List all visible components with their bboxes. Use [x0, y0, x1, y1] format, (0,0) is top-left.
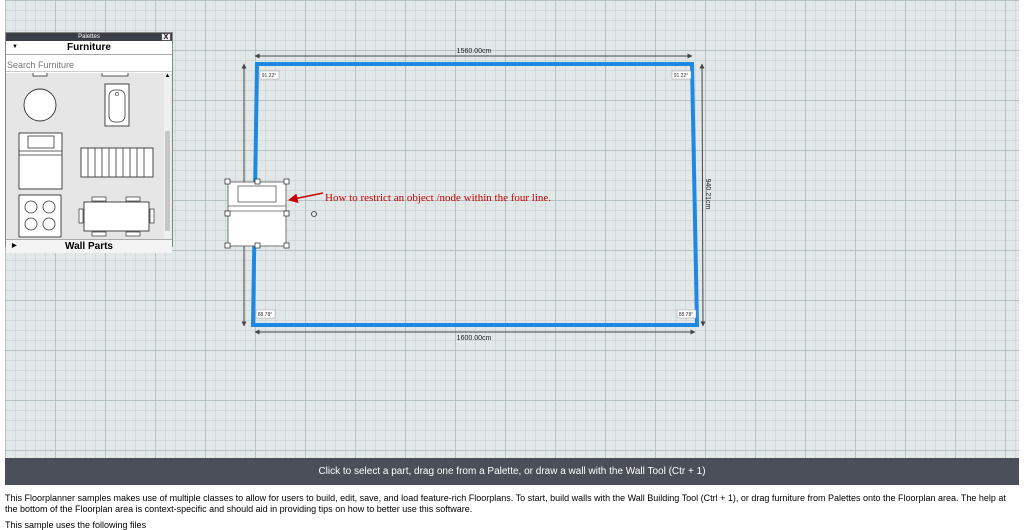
palette-title: Palettes: [78, 34, 100, 40]
search-furniture-input[interactable]: [6, 59, 172, 72]
annotation-arrow: [288, 192, 324, 203]
description-paragraph: This Floorplanner samples makes use of m…: [5, 493, 1006, 514]
palette-close-button[interactable]: X: [161, 33, 171, 41]
svg-text:88.78°: 88.78°: [679, 312, 694, 318]
bottom-dimension-label: 1600.00cm: [457, 335, 492, 342]
svg-text:88.78°: 88.78°: [258, 312, 273, 318]
palettes-window[interactable]: Palettes X ▼ Furniture Search Furniture …: [5, 32, 173, 253]
top-dimension-label: 1560.00cm: [457, 48, 492, 55]
right-dimension-line: [699, 63, 706, 327]
wall-parts-label: Wall Parts: [65, 241, 113, 252]
bathtub-icon[interactable]: [104, 83, 130, 127]
dining-table-icon[interactable]: [78, 196, 155, 237]
collapse-icon: ▼: [12, 44, 18, 50]
stairs-icon[interactable]: [80, 147, 154, 178]
furniture-section-label: Furniture: [67, 42, 111, 53]
furniture-grid[interactable]: ▲: [6, 73, 172, 239]
angle-tag-top-left: 91.22°: [259, 70, 280, 80]
furniture-items: [18, 73, 155, 238]
stove-icon[interactable]: [18, 132, 63, 190]
annotation-text: How to restrict an object /node within t…: [325, 192, 551, 204]
palette-titlebar[interactable]: Palettes X: [6, 33, 172, 41]
selected-stove-node[interactable]: [224, 178, 317, 249]
angle-tag-bottom-left: 88.78°: [255, 309, 276, 319]
wall-parts-section-header[interactable]: ▶ Wall Parts: [6, 239, 172, 253]
svg-text:91.22°: 91.22°: [262, 73, 277, 79]
round-table-icon[interactable]: [23, 88, 57, 122]
scrollbar-thumb[interactable]: [165, 131, 170, 231]
expand-icon: ▶: [12, 243, 17, 249]
context-help-bar: Click to select a part, drag one from a …: [5, 458, 1019, 485]
cooktop-icon[interactable]: [18, 194, 62, 238]
angle-tag-top-right: 91.22°: [671, 70, 692, 80]
palette-scrollbar[interactable]: ▲: [164, 73, 171, 239]
right-dimension-label: 940.21cm: [704, 179, 711, 210]
scroll-up-icon[interactable]: ▲: [164, 73, 171, 79]
svg-text:91.22°: 91.22°: [674, 73, 689, 79]
partial-item-icon[interactable]: [32, 73, 129, 77]
rotate-handle: [311, 211, 317, 217]
furniture-section-header[interactable]: ▼ Furniture: [6, 41, 172, 55]
angle-tag-bottom-right: 88.78°: [676, 309, 697, 319]
